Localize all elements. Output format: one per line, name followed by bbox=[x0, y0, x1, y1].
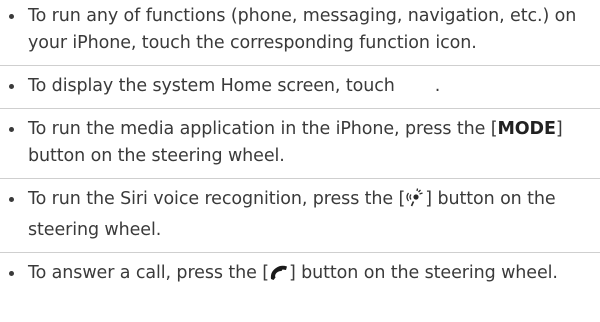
item-text-end: . bbox=[434, 76, 441, 96]
item-text-end: ] button on the steering wheel. bbox=[288, 263, 558, 283]
list-item: To run any of functions (phone, messagin… bbox=[0, 0, 600, 65]
bullet bbox=[9, 271, 14, 276]
phone-call-icon bbox=[269, 262, 289, 291]
bullet bbox=[9, 84, 14, 89]
mode-button-label: MODE bbox=[497, 119, 556, 139]
item-text: To run the Siri voice recognition, press… bbox=[28, 189, 406, 209]
list-item: To run the Siri voice recognition, press… bbox=[0, 178, 600, 252]
voice-recognition-icon bbox=[405, 188, 425, 217]
item-text: To answer a call, press the [ bbox=[28, 263, 269, 283]
instruction-list: To run any of functions (phone, messagin… bbox=[0, 0, 600, 299]
list-item: To run the media application in the iPho… bbox=[0, 108, 600, 178]
bullet bbox=[9, 197, 14, 202]
bullet bbox=[9, 14, 14, 19]
list-item: To answer a call, press the [ ] button o… bbox=[0, 252, 600, 299]
list-item: To display the system Home screen, touch… bbox=[0, 65, 600, 108]
item-text: To run the media application in the iPho… bbox=[28, 119, 498, 139]
bullet bbox=[9, 127, 14, 132]
item-text: To display the system Home screen, touch bbox=[28, 76, 395, 96]
item-text: To run any of functions (phone, messagin… bbox=[28, 6, 577, 53]
